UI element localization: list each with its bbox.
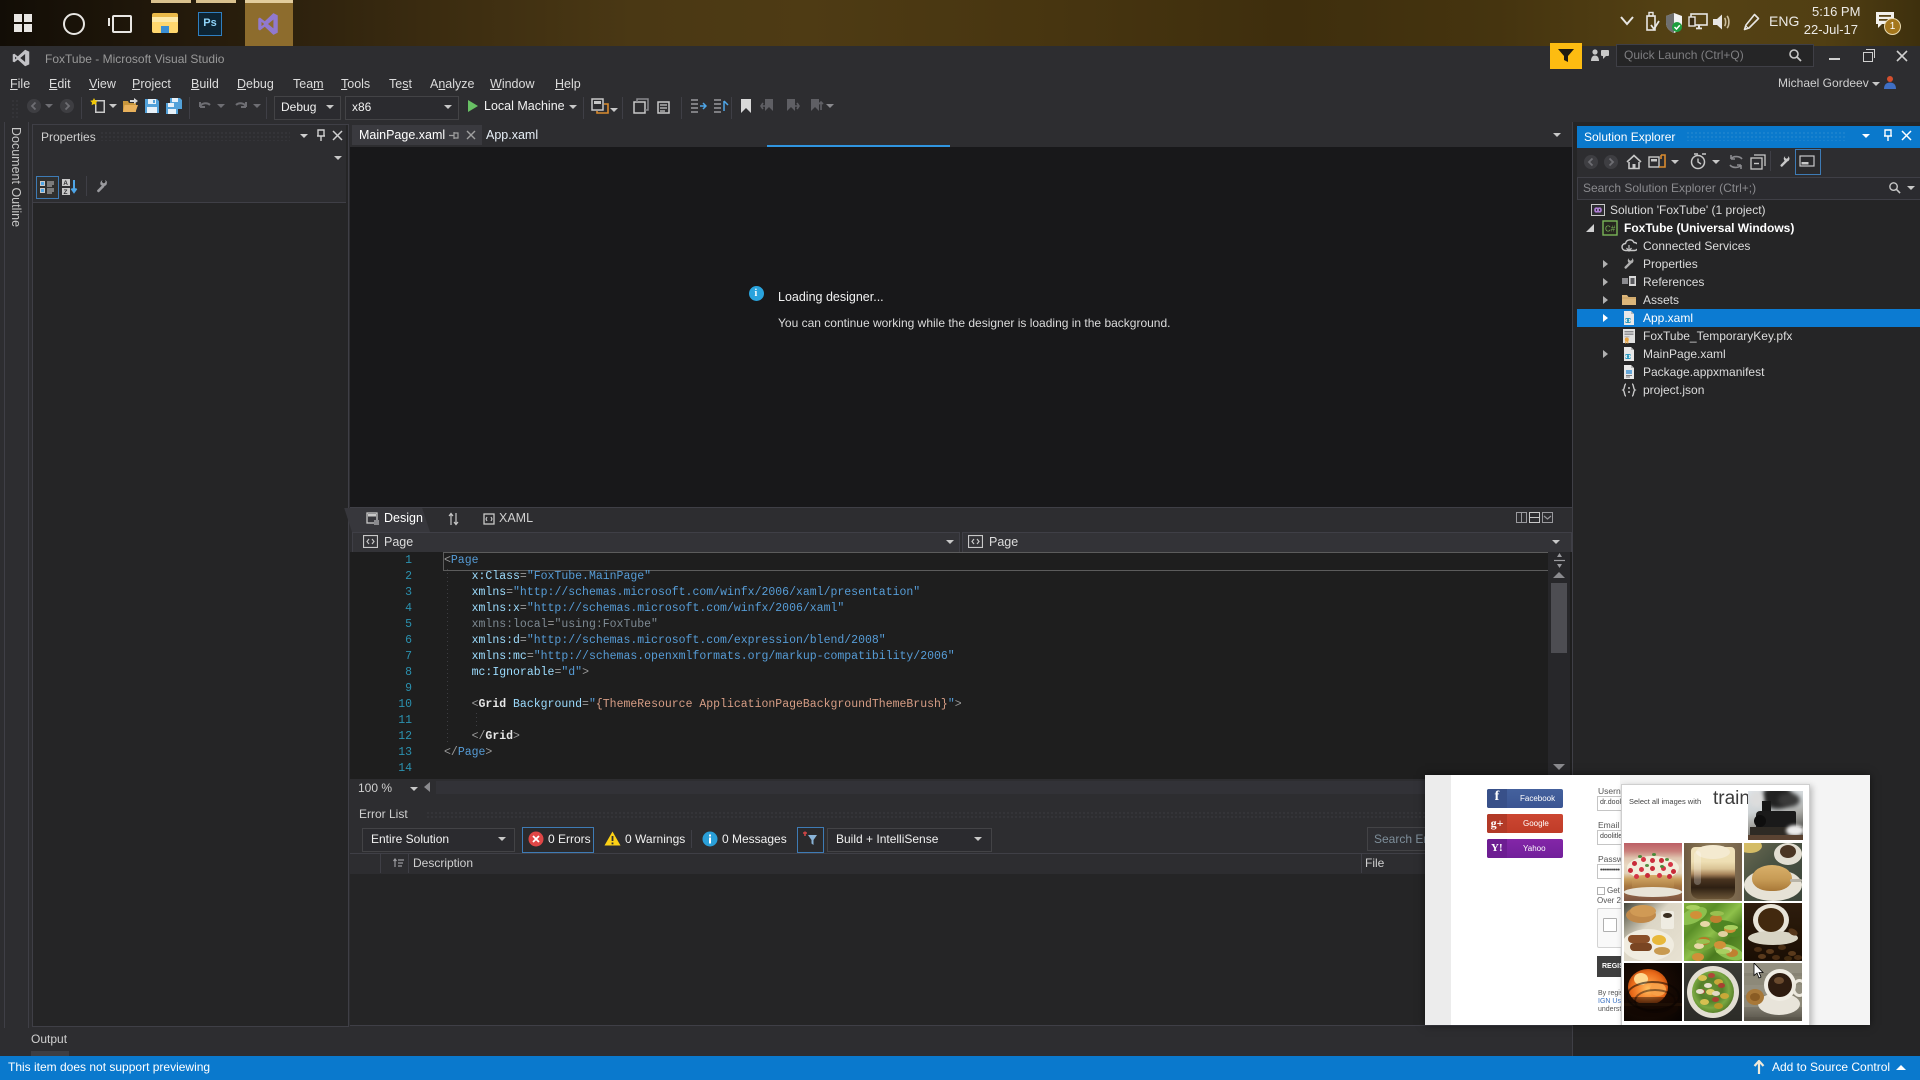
svg-text:C#: C# <box>1605 225 1616 234</box>
svg-text:Z: Z <box>64 189 68 195</box>
svg-text:A: A <box>63 180 68 187</box>
